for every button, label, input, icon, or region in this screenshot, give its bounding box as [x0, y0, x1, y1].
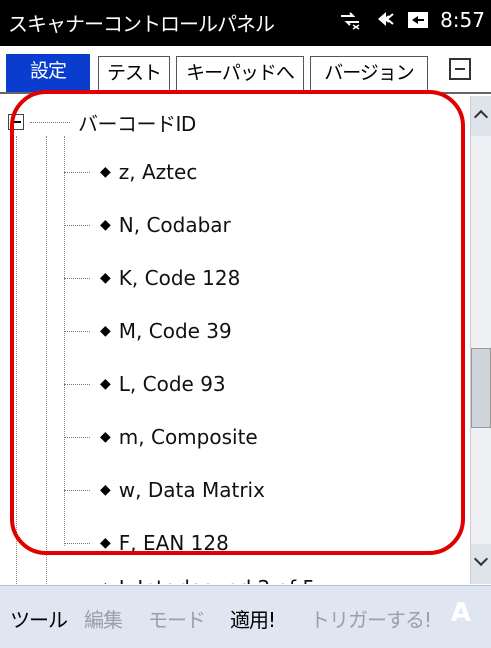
tree-connector — [64, 383, 90, 385]
tree-connector — [64, 171, 90, 173]
scroll-up-icon[interactable] — [471, 96, 491, 136]
diamond-bullet-icon: ◆ — [100, 217, 111, 233]
tree-item-code93[interactable]: ◆ L, Code 93 — [64, 366, 226, 402]
diamond-bullet-icon: ◆ — [100, 580, 111, 584]
tree-item-label: M, Code 39 — [118, 319, 232, 343]
diamond-bullet-icon: ◆ — [100, 482, 111, 498]
diamond-bullet-icon: ◆ — [100, 535, 111, 551]
tree-item-label: m, Composite — [118, 425, 258, 449]
tab-version[interactable]: バージョン — [310, 56, 428, 90]
minimize-button[interactable] — [449, 58, 471, 80]
diamond-bullet-icon: ◆ — [100, 164, 111, 180]
menu-apply[interactable]: 適用! — [230, 604, 276, 633]
status-bar: スキャナーコントロールパネル 8:57 — [0, 0, 491, 46]
tab-bar: 設定 テスト キーパッドへ バージョン — [0, 46, 491, 94]
tree-root[interactable]: バーコードID — [8, 104, 196, 140]
tree-root-label: バーコードID — [78, 111, 196, 136]
menu-tools[interactable]: ツール — [10, 604, 68, 633]
tree-item-data-matrix[interactable]: ◆ w, Data Matrix — [64, 472, 265, 508]
scroll-thumb[interactable] — [471, 348, 491, 428]
tree-item-label: L, Code 93 — [118, 372, 226, 396]
input-mode-indicator[interactable]: A — [451, 598, 471, 628]
tree-item-composite[interactable]: ◆ m, Composite — [64, 419, 258, 455]
diamond-bullet-icon: ◆ — [100, 376, 111, 392]
tree-guide — [46, 136, 47, 584]
tree-item-interleaved-2of5[interactable]: ◆ I, Interleaved 2 of 5 — [64, 570, 315, 584]
tree-connector — [64, 330, 90, 332]
tree-connector — [64, 436, 90, 438]
tab-settings[interactable]: 設定 — [6, 54, 90, 92]
window-title: スキャナーコントロールパネル — [8, 12, 275, 36]
barcode-tree: バーコードID ◆ z, Aztec ◆ N, Codabar ◆ K, Cod… — [0, 96, 470, 584]
tree-item-codabar[interactable]: ◆ N, Codabar — [64, 207, 231, 243]
vertical-scrollbar[interactable] — [470, 96, 491, 584]
tree-connector — [64, 277, 90, 279]
tab-keypad[interactable]: キーパッドへ — [176, 56, 304, 90]
tree-guide — [16, 136, 17, 584]
bottom-menu-bar: ツール 編集 モード 適用! トリガーする! A — [0, 585, 491, 648]
diamond-bullet-icon: ◆ — [100, 323, 111, 339]
status-icons: 8:57 — [338, 8, 485, 32]
diamond-bullet-icon: ◆ — [100, 270, 111, 286]
tab-test[interactable]: テスト — [98, 56, 170, 90]
volume-icon[interactable] — [372, 8, 396, 32]
menu-trigger[interactable]: トリガーする! — [310, 604, 432, 633]
tree-item-label: F, EAN 128 — [118, 531, 229, 555]
collapse-icon[interactable] — [8, 114, 24, 130]
battery-icon[interactable] — [406, 8, 430, 32]
tree-item-label: N, Codabar — [118, 213, 231, 237]
menu-mode[interactable]: モード — [148, 604, 206, 633]
tree-connector — [64, 542, 90, 544]
clock[interactable]: 8:57 — [440, 8, 485, 32]
tree-item-code39[interactable]: ◆ M, Code 39 — [64, 313, 232, 349]
tree-item-label: K, Code 128 — [118, 266, 241, 290]
tree-item-label: z, Aztec — [118, 160, 198, 184]
diamond-bullet-icon: ◆ — [100, 429, 111, 445]
tree-item-code128[interactable]: ◆ K, Code 128 — [64, 260, 240, 296]
connectivity-icon[interactable] — [338, 8, 362, 32]
tree-item-label: w, Data Matrix — [118, 478, 265, 502]
tree-connector — [64, 224, 90, 226]
menu-edit[interactable]: 編集 — [84, 604, 123, 633]
scroll-down-icon[interactable] — [471, 544, 491, 584]
tree-item-ean128[interactable]: ◆ F, EAN 128 — [64, 525, 229, 561]
tree-item-aztec[interactable]: ◆ z, Aztec — [64, 154, 197, 190]
tree-connector — [64, 489, 90, 491]
tree-item-label: I, Interleaved 2 of 5 — [119, 576, 315, 584]
tree-connector — [30, 121, 70, 123]
